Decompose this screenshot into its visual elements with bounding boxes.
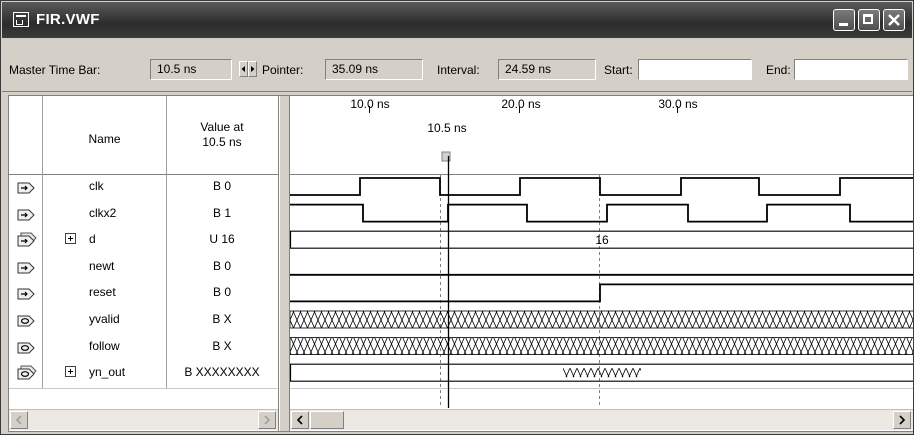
arrow-left-icon: [241, 66, 245, 72]
scroll-right-button[interactable]: [893, 411, 911, 429]
output-pin-icon: [17, 339, 39, 358]
unknown-bus-value-mark: [563, 368, 641, 378]
unknown-value-waveform[interactable]: [290, 310, 914, 329]
arrow-right-icon: [251, 66, 255, 72]
output-pin-icon: [17, 312, 39, 331]
close-icon: [888, 14, 900, 26]
signal-row[interactable]: newt B 0: [9, 254, 278, 280]
window-title: FIR.VWF: [36, 11, 100, 28]
signal-name: follow: [89, 338, 120, 353]
scroll-thumb[interactable]: [310, 411, 344, 429]
signal-name: reset: [89, 285, 116, 300]
node-horizontal-scrollbar[interactable]: [9, 409, 278, 430]
signal-row[interactable]: yvalid B X: [9, 307, 278, 333]
signal-name: newt: [89, 258, 115, 273]
end-label: End:: [766, 63, 791, 77]
waveform-file-icon: [13, 12, 29, 27]
waveform-panel: Name Value at 10.5 ns clk B 0 clkx2 B 1 d U 1…: [8, 95, 914, 432]
signal-row[interactable]: clk B 0: [9, 174, 278, 200]
waveform-trace[interactable]: [290, 283, 914, 303]
signal-value: B X: [212, 312, 232, 326]
signal-name: yn_out: [89, 365, 126, 380]
signal-name: clkx2: [89, 205, 117, 220]
title-bar[interactable]: FIR.VWF: [2, 2, 912, 38]
interval-label: Interval:: [437, 63, 480, 77]
arrow-left-icon: [15, 415, 22, 425]
input-pin-icon: [17, 206, 39, 225]
time-tick-label: 20.0 ns: [501, 97, 540, 111]
time-tick-label: 10.0 ns: [350, 97, 389, 111]
scroll-right-button[interactable]: [258, 411, 276, 429]
bus-value-label: 16: [595, 233, 609, 247]
input-pin-icon: [17, 285, 39, 304]
pointer-field: 35.09 ns: [325, 59, 423, 80]
arrow-left-icon: [296, 415, 303, 425]
waveform-editor-window: FIR.VWF Master Time Bar: 10.5 ns Pointer…: [0, 0, 914, 435]
maximize-button[interactable]: [858, 9, 880, 31]
signal-name: clk: [89, 179, 104, 193]
start-label: Start:: [604, 63, 633, 77]
value-header-line2: 10.5 ns: [202, 135, 242, 149]
signal-name: d: [89, 232, 96, 247]
input-bus-icon: [17, 232, 39, 251]
signal-value: B X: [212, 338, 232, 353]
arrow-right-icon: [264, 415, 271, 425]
scroll-left-button[interactable]: [291, 411, 309, 429]
waveform-trace[interactable]: [290, 203, 914, 223]
master-time-bar-field[interactable]: 10.5 ns: [150, 59, 232, 80]
signal-value: B 0: [212, 258, 231, 273]
scroll-left-button[interactable]: [10, 411, 28, 429]
name-column-header[interactable]: Name: [43, 132, 166, 146]
end-field[interactable]: [794, 59, 908, 80]
value-header-line1: Value at: [200, 120, 244, 134]
master-time-bar-label: Master Time Bar:: [9, 63, 101, 77]
interval-field: 24.59 ns: [498, 59, 596, 80]
signal-row[interactable]: yn_out B XXXXXXXX: [9, 360, 278, 386]
signal-row[interactable]: reset B 0: [9, 280, 278, 306]
input-pin-icon: [17, 179, 39, 198]
signal-value: B XXXXXXXX: [184, 365, 260, 380]
signal-value: B 0: [212, 179, 231, 193]
signal-row[interactable]: follow B X: [9, 334, 278, 360]
waveform-display[interactable]: 10.0 ns 20.0 ns 30.0 ns 10.5 ns 16: [290, 96, 914, 408]
signal-row[interactable]: d U 16: [9, 227, 278, 253]
expand-icon[interactable]: [65, 366, 76, 378]
signal-name: yvalid: [89, 312, 120, 326]
master-time-marker-label: 10.5 ns: [427, 121, 466, 135]
signal-value: B 0: [212, 285, 231, 300]
start-field[interactable]: [638, 59, 752, 80]
signal-value: B 1: [212, 205, 231, 220]
waveform-pane: 10.0 ns 20.0 ns 30.0 ns 10.5 ns 16: [289, 96, 914, 431]
output-bus-icon: [17, 365, 39, 384]
unknown-value-waveform[interactable]: [290, 337, 914, 356]
input-pin-icon: [17, 259, 39, 278]
signal-value: U 16: [209, 232, 235, 247]
minimize-button[interactable]: [833, 9, 855, 31]
value-column-header[interactable]: Value at 10.5 ns: [167, 120, 277, 150]
master-time-right-button[interactable]: [248, 61, 257, 77]
master-time-left-button[interactable]: [239, 61, 248, 77]
arrow-right-icon: [899, 415, 906, 425]
time-toolbar: Master Time Bar: 10.5 ns Pointer: 35.09 …: [2, 38, 912, 92]
waveform-horizontal-scrollbar[interactable]: [290, 409, 913, 430]
node-list-pane: Name Value at 10.5 ns clk B 0 clkx2 B 1 d U 1…: [9, 96, 279, 431]
close-button[interactable]: [883, 9, 905, 31]
signal-row[interactable]: clkx2 B 1: [9, 201, 278, 227]
waveform-trace[interactable]: [290, 177, 914, 196]
time-tick-label: 30.0 ns: [658, 97, 697, 111]
expand-icon[interactable]: [65, 233, 76, 245]
pointer-label: Pointer:: [262, 63, 304, 77]
